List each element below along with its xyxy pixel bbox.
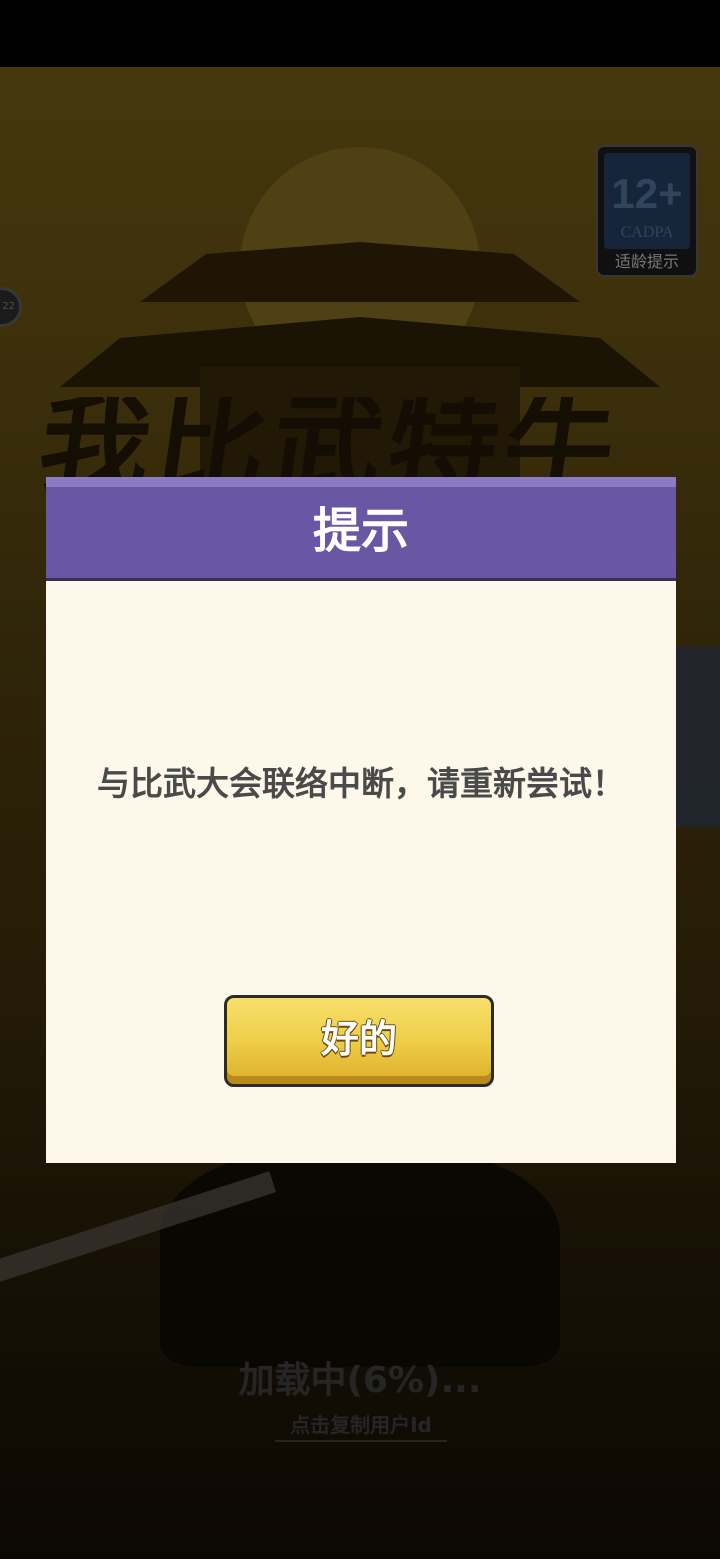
ok-button-label: 好的 bbox=[320, 1017, 397, 1061]
dialog-title: 提示 bbox=[312, 503, 409, 559]
dialog-body: 与比武大会联络中断，请重新尝试！ 好的 bbox=[46, 581, 676, 1163]
status-bar bbox=[0, 0, 720, 67]
dialog-message: 与比武大会联络中断，请重新尝试！ bbox=[97, 764, 625, 803]
dialog-header: 提示 bbox=[46, 477, 676, 581]
ok-button[interactable]: 好的 bbox=[224, 995, 494, 1087]
alert-dialog: 提示 与比武大会联络中断，请重新尝试！ 好的 bbox=[46, 477, 676, 1163]
game-screen: 我比武特牛 12+ CADPA 适龄提示 22 加载中(6%)... 点击复制用… bbox=[0, 0, 720, 1559]
